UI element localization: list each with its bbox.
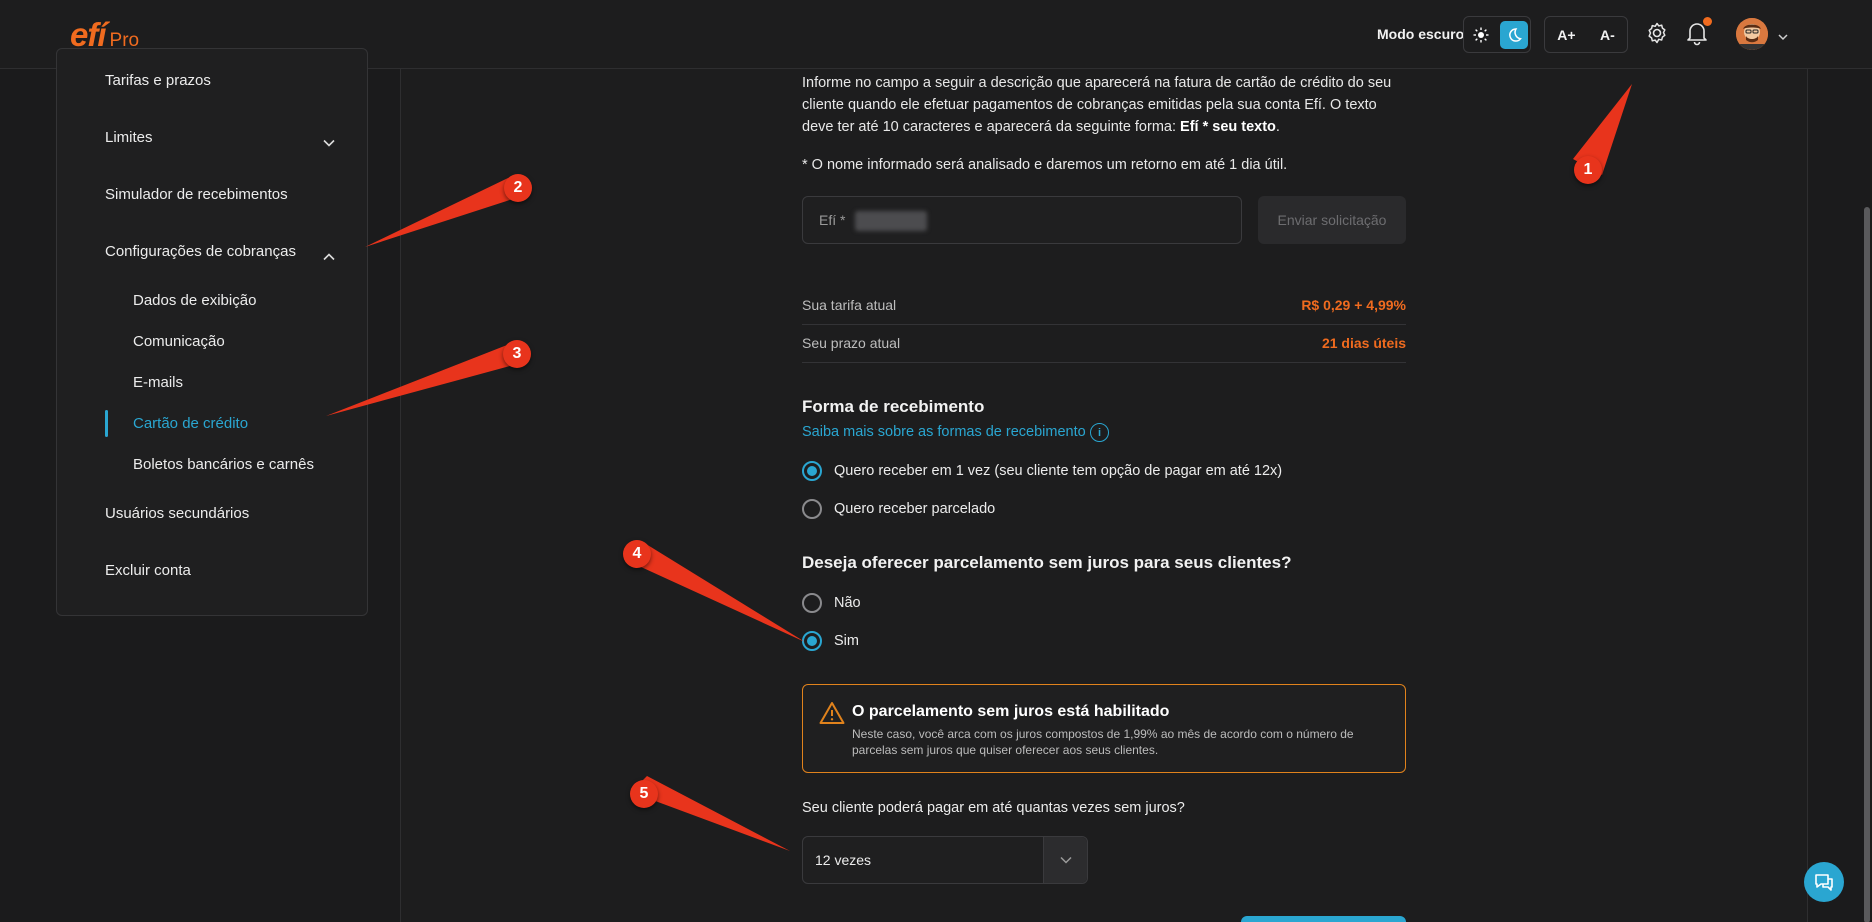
settings-sidebar: Tarifas e prazos Limites Simulador de re…	[56, 48, 368, 616]
select-toggle[interactable]	[1043, 837, 1087, 883]
chevron-down-icon[interactable]	[1778, 28, 1788, 46]
font-increase-button[interactable]: A+	[1557, 27, 1575, 43]
dark-mode-label: Modo escuro	[1377, 26, 1465, 42]
chat-icon	[1815, 874, 1833, 891]
gear-icon[interactable]	[1645, 21, 1669, 50]
page-scrollbar[interactable]	[1862, 69, 1872, 922]
radio-dot[interactable]	[802, 631, 822, 651]
annotation-badge-5: 5	[630, 780, 658, 808]
annotation-badge-2: 2	[504, 174, 532, 202]
current-rate-row: Sua tarifa atual R$ 0,29 + 4,99%	[802, 287, 1406, 325]
radio-receive-once[interactable]: Quero receber em 1 vez (seu cliente tem …	[802, 461, 1282, 481]
sidebar-item-tarifas[interactable]: Tarifas e prazos	[105, 72, 211, 89]
sidebar-subitem-comunicacao[interactable]: Comunicação	[133, 333, 225, 350]
installment-question-title: Deseja oferecer parcelamento sem juros p…	[802, 553, 1292, 572]
sidebar-subitem-emails[interactable]: E-mails	[133, 374, 183, 391]
dark-mode-button[interactable]	[1499, 20, 1528, 49]
term-value: 21 dias úteis	[1321, 335, 1406, 351]
chevron-up-icon[interactable]	[323, 248, 335, 266]
sidebar-item-simulador[interactable]: Simulador de recebimentos	[105, 186, 288, 203]
rate-value: R$ 0,29 + 4,99%	[1301, 297, 1406, 313]
moon-icon	[1508, 27, 1522, 42]
blurred-input-value	[855, 211, 927, 231]
receive-methods-link[interactable]: Saiba mais sobre as formas de recebiment…	[802, 424, 1086, 440]
chevron-down-icon	[1059, 856, 1072, 864]
radio-label: Não	[834, 595, 861, 611]
installments-question: Seu cliente poderá pagar em até quantas …	[802, 800, 1185, 816]
radio-installment-no[interactable]: Não	[802, 593, 861, 613]
radio-label: Quero receber em 1 vez (seu cliente tem …	[834, 463, 1283, 479]
radio-label: Sim	[834, 633, 859, 649]
alert-text: Neste caso, você arca com os juros compo…	[852, 727, 1354, 757]
receive-method-title: Forma de recebimento	[802, 397, 985, 416]
current-term-row: Seu prazo atual 21 dias úteis	[802, 325, 1406, 363]
card-description-text: Informe no campo a seguir a descrição qu…	[802, 75, 1392, 135]
active-indicator	[105, 410, 108, 437]
installments-value: 12 vezes	[815, 852, 872, 868]
installments-select[interactable]: 12 vezes	[802, 836, 1088, 884]
scroll-thumb[interactable]	[1864, 207, 1870, 922]
light-mode-button[interactable]	[1467, 21, 1495, 49]
info-icon[interactable]: i	[1090, 423, 1109, 442]
annotation-badge-1: 1	[1574, 156, 1602, 184]
card-descriptor-input[interactable]: Efí *	[802, 196, 1242, 244]
alert-title: O parcelamento sem juros está habilitado	[852, 703, 1170, 720]
radio-label: Quero receber parcelado	[834, 501, 996, 517]
interest-free-alert: O parcelamento sem juros está habilitado…	[802, 684, 1406, 773]
sidebar-subitem-cartao-credito[interactable]: Cartão de crédito	[133, 415, 248, 432]
review-note: * O nome informado será analisado e dare…	[802, 157, 1288, 173]
chevron-down-icon[interactable]	[323, 134, 335, 152]
radio-dot[interactable]	[802, 593, 822, 613]
sidebar-item-limites[interactable]: Limites	[105, 129, 153, 146]
font-decrease-button[interactable]: A-	[1600, 27, 1615, 43]
warning-icon	[819, 701, 845, 730]
sidebar-item-configuracoes[interactable]: Configurações de cobranças	[105, 243, 296, 260]
annotation-badge-4: 4	[623, 540, 651, 568]
term-label: Seu prazo atual	[802, 335, 901, 351]
notification-dot	[1703, 17, 1712, 26]
input-prefix: Efí *	[819, 212, 846, 228]
radio-dot[interactable]	[802, 461, 822, 481]
sun-icon	[1473, 27, 1488, 42]
rate-label: Sua tarifa atual	[802, 297, 897, 313]
save-button[interactable]	[1241, 916, 1406, 922]
send-request-button[interactable]: Enviar solicitação	[1258, 196, 1406, 244]
theme-toggle[interactable]	[1463, 16, 1531, 53]
format-example: Efí * seu texto	[1180, 119, 1276, 135]
sidebar-subitem-boletos[interactable]: Boletos bancários e carnês	[133, 456, 314, 473]
radio-dot[interactable]	[802, 499, 822, 519]
avatar[interactable]	[1736, 18, 1768, 50]
sidebar-item-excluir-conta[interactable]: Excluir conta	[105, 562, 191, 579]
font-size-controls: A+ A-	[1544, 16, 1628, 53]
annotation-badge-3: 3	[503, 340, 531, 368]
chat-support-button[interactable]	[1804, 862, 1844, 902]
sidebar-item-usuarios[interactable]: Usuários secundários	[105, 505, 249, 522]
radio-receive-installments[interactable]: Quero receber parcelado	[802, 499, 995, 519]
sidebar-subitem-dados-exibicao[interactable]: Dados de exibição	[133, 292, 256, 309]
radio-installment-yes[interactable]: Sim	[802, 631, 859, 651]
